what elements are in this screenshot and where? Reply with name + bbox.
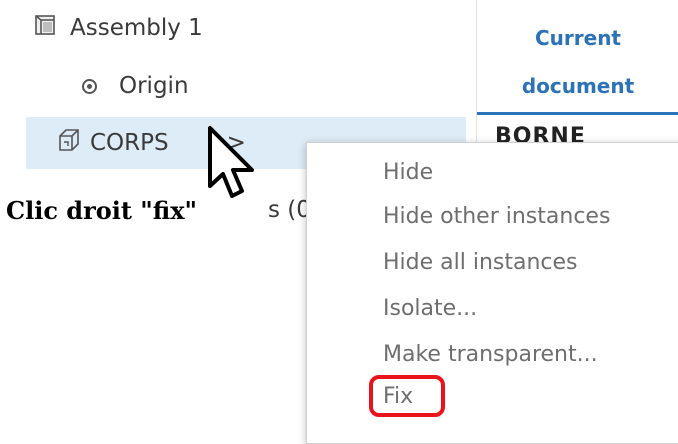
context-menu: Hide Hide other instances Hide all insta… [306, 142, 678, 444]
tree-item-label: Origin [119, 73, 189, 99]
tab-label-line1: Current [534, 26, 621, 50]
menu-item-hide-all-instances[interactable]: Hide all instances [383, 245, 578, 281]
menu-item-hide[interactable]: Hide [383, 155, 433, 191]
menu-item-hide-other-instances[interactable]: Hide other instances [383, 199, 610, 235]
mouse-cursor-icon [206, 124, 262, 204]
tab-label-line2: document [521, 74, 635, 98]
origin-icon [82, 78, 97, 94]
tab-current-document[interactable]: Current document [477, 0, 678, 115]
tree-item-label: CORPS [90, 130, 169, 156]
tree-item-assembly[interactable]: Assembly 1 [34, 8, 203, 48]
tree-item-label: Assembly 1 [70, 15, 203, 41]
assembly-icon [34, 14, 56, 42]
menu-item-make-transparent[interactable]: Make transparent... [383, 337, 598, 373]
annotation-text: Clic droit "fix" [6, 196, 198, 225]
fix-highlight-box [369, 375, 445, 417]
part-icon [56, 126, 82, 160]
tree-item-origin[interactable]: Origin [82, 66, 189, 106]
menu-item-isolate[interactable]: Isolate... [383, 291, 477, 327]
